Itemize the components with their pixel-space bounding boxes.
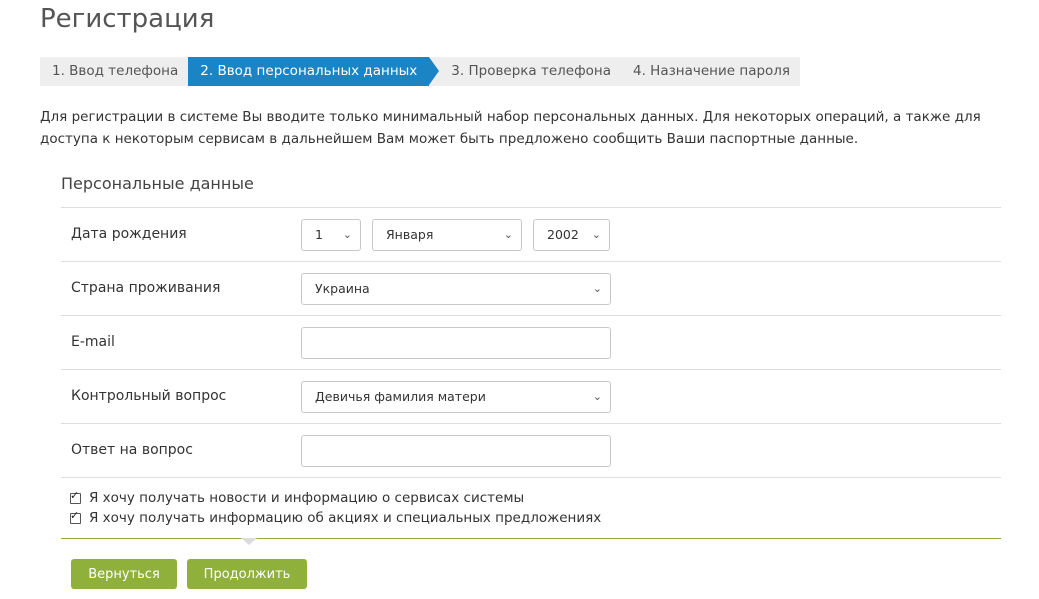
birth-day-value: 1 [315,227,323,242]
country-controls: Украина ⌄ [301,273,622,305]
birth-month-select[interactable]: Января ⌄ [372,219,522,251]
country-row: Страна проживания Украина ⌄ [61,262,1001,316]
newsletter-checkbox[interactable]: ✓ [70,489,81,504]
back-button[interactable]: Вернуться [71,559,177,589]
registration-stepper: 1. Ввод телефона 2. Ввод персональных да… [40,57,801,86]
chevron-down-icon: ⌄ [592,390,602,403]
country-value: Украина [315,281,370,296]
birth-day-select[interactable]: 1 ⌄ [301,219,361,251]
newsletter-label: Я хочу получать новости и информацию о с… [89,490,525,506]
email-field[interactable] [301,327,611,359]
continue-button[interactable]: Продолжить [187,559,307,589]
security-question-label: Контрольный вопрос [71,388,227,404]
promotions-label: Я хочу получать информацию об акциях и с… [89,510,602,526]
answer-field[interactable] [301,435,611,467]
birth-month-value: Января [386,227,434,242]
checkmark-icon: ✓ [70,488,80,502]
birth-date-row: Дата рождения 1 ⌄ Января ⌄ 2002 ⌄ [61,208,1001,262]
birth-date-controls: 1 ⌄ Января ⌄ 2002 ⌄ [301,219,621,251]
step-password-setup[interactable]: 4. Назначение пароля [621,57,800,86]
form-divider [61,538,1001,539]
answer-controls [301,435,611,467]
birth-date-label: Дата рождения [71,226,187,242]
step-phone-entry[interactable]: 1. Ввод телефона [40,57,188,86]
intro-text: Для регистрации в системе Вы вводите тол… [40,109,981,147]
security-question-controls: Девичья фамилия матери ⌄ [301,381,622,413]
subscription-checkboxes: ✓ Я хочу получать новости и информацию о… [70,488,601,528]
step-phone-verification[interactable]: 3. Проверка телефона [439,57,621,86]
page-title: Регистрация [40,4,215,34]
birth-year-value: 2002 [547,227,579,242]
checkmark-icon: ✓ [70,508,80,522]
newsletter-option[interactable]: ✓ Я хочу получать новости и информацию о… [70,488,601,508]
email-label: E-mail [71,334,115,350]
divider-notch [241,538,257,545]
chevron-down-icon: ⌄ [503,228,513,241]
country-label: Страна проживания [71,280,221,296]
birth-year-select[interactable]: 2002 ⌄ [533,219,610,251]
personal-data-form: Дата рождения 1 ⌄ Января ⌄ 2002 ⌄ Страна… [61,207,1001,478]
step-personal-data[interactable]: 2. Ввод персональных данных [188,57,440,86]
security-question-value: Девичья фамилия матери [315,389,486,404]
promotions-checkbox[interactable]: ✓ [70,509,81,524]
promotions-option[interactable]: ✓ Я хочу получать информацию об акциях и… [70,508,601,528]
security-question-row: Контрольный вопрос Девичья фамилия матер… [61,370,1001,424]
section-title: Персональные данные [61,174,254,193]
security-question-select[interactable]: Девичья фамилия матери ⌄ [301,381,611,413]
country-select[interactable]: Украина ⌄ [301,273,611,305]
answer-row: Ответ на вопрос [61,424,1001,478]
email-controls [301,327,611,359]
answer-label: Ответ на вопрос [71,442,193,458]
chevron-down-icon: ⌄ [591,228,601,241]
chevron-down-icon: ⌄ [342,228,352,241]
email-row: E-mail [61,316,1001,370]
chevron-down-icon: ⌄ [592,282,602,295]
